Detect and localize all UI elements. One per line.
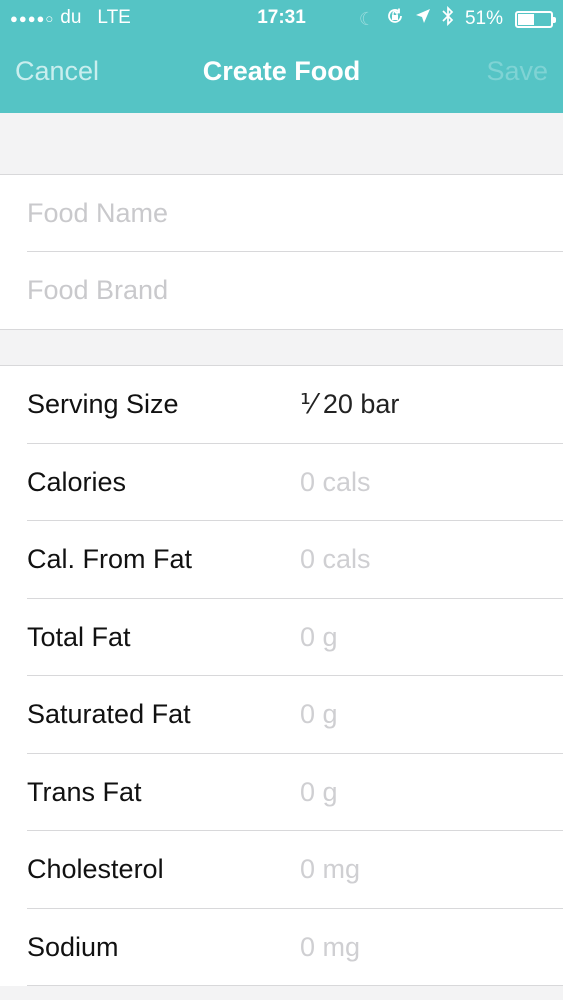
nutrition-value-input[interactable]: ⅟ 20 bar [300,389,399,420]
nutrition-row-total-fat[interactable]: Total Fat 0 g [0,599,563,676]
rotation-lock-icon [385,6,405,32]
divider [27,985,563,986]
nutrition-value-input[interactable]: 0 cals [300,467,371,498]
battery-icon [515,10,556,28]
nutrition-label: Sodium [27,931,119,962]
location-arrow-icon [415,8,431,30]
nutrition-row-sodium[interactable]: Sodium 0 mg [0,909,563,986]
nutrition-row-cholesterol[interactable]: Cholesterol 0 mg [0,831,563,909]
nutrition-value-input[interactable]: 0 mg [300,854,360,885]
nutrition-value-input[interactable]: 0 g [300,622,338,653]
nutrition-row-trans-fat[interactable]: Trans Fat 0 g [0,754,563,831]
battery-percent: 51% [464,8,503,29]
nutrition-label: Calories [27,466,127,497]
nutrition-value-input[interactable]: 0 cals [300,544,371,575]
nutrition-label: Serving Size [27,389,179,420]
cancel-button[interactable]: Cancel [15,56,99,87]
nutrition-value-input[interactable]: 0 g [300,777,338,808]
food-info-section [0,175,563,330]
navigation-bar: Cancel Create Food Save [0,38,563,113]
top-bar: ●●●●○ du LTE 17:31 ☾ 51% Cancel Create F… [0,0,563,113]
save-button[interactable]: Save [486,56,548,87]
nutrition-row-serving-size[interactable]: Serving Size ⅟ 20 bar [0,366,563,444]
nutrition-row-calories[interactable]: Calories 0 cals [0,444,563,521]
moon-icon: ☾ [358,8,375,29]
section-spacer [0,113,563,175]
nutrition-label: Trans Fat [27,776,142,807]
food-brand-input[interactable] [27,275,563,306]
nutrition-label: Saturated Fat [27,699,191,730]
food-name-input[interactable] [27,198,563,229]
nutrition-value-input[interactable]: 0 mg [300,932,360,963]
nutrition-value-input[interactable]: 0 g [300,699,338,730]
food-name-row [0,175,563,252]
nutrition-row-cal-from-fat[interactable]: Cal. From Fat 0 cals [0,521,563,599]
section-spacer [0,330,563,366]
bluetooth-icon [441,5,455,32]
nutrition-row-saturated-fat[interactable]: Saturated Fat 0 g [0,676,563,754]
nutrition-section: Serving Size ⅟ 20 bar Calories 0 cals Cal. F… [0,366,563,986]
battery-fill [518,13,535,25]
status-bar: ●●●●○ du LTE 17:31 ☾ 51% [0,0,563,38]
nutrition-label: Total Fat [27,621,131,652]
nutrition-label: Cal. From Fat [27,544,193,575]
nutrition-label: Cholesterol [27,854,164,885]
food-brand-row [0,252,563,329]
